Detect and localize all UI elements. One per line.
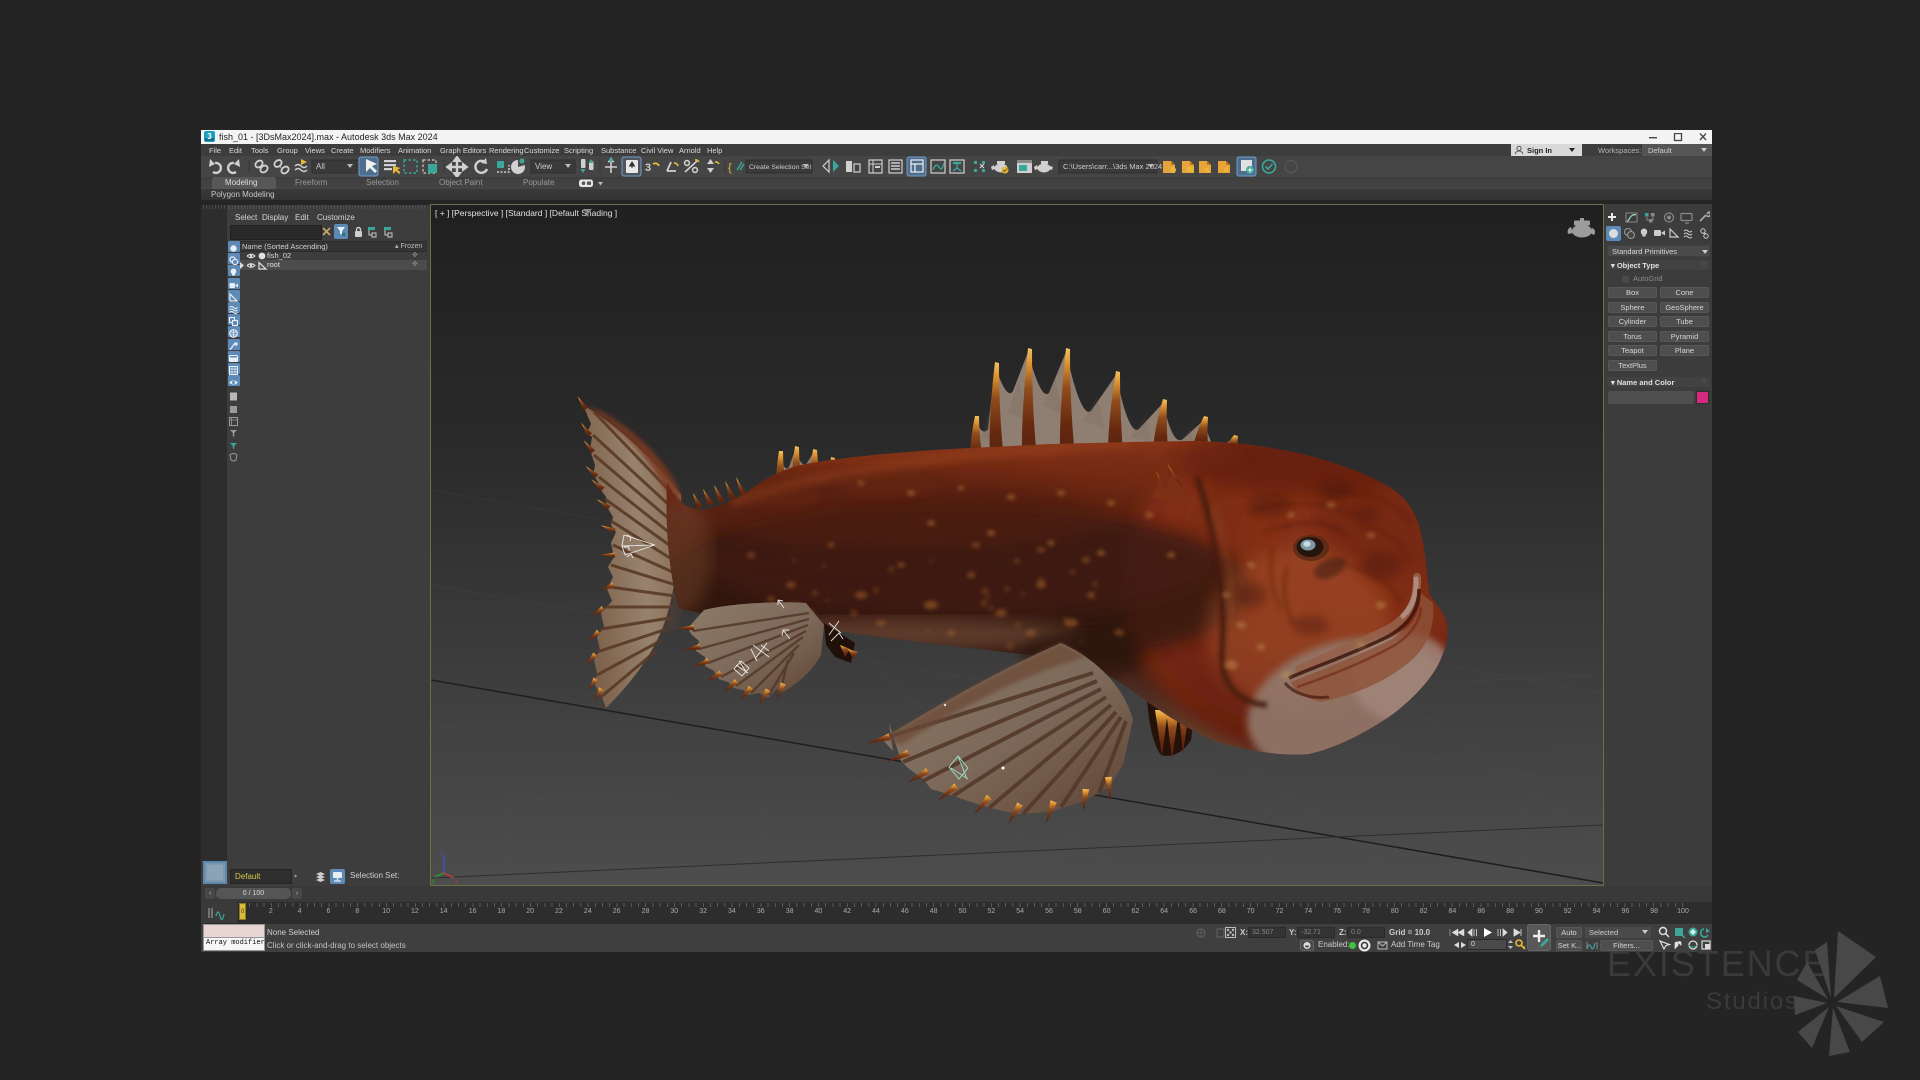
- svg-text:z: z: [441, 851, 444, 857]
- svg-text:Studios: Studios: [1706, 988, 1798, 1015]
- svg-text:{: {: [728, 162, 732, 174]
- svg-text:3: 3: [207, 132, 212, 141]
- svg-text:x: x: [455, 880, 458, 885]
- svg-text:3: 3: [645, 162, 651, 174]
- svg-text:Create Selection Set: Create Selection Set: [749, 164, 811, 171]
- svg-text:C:\Users\carr...\3ds Max 2024: C:\Users\carr...\3ds Max 2024: [1063, 162, 1162, 171]
- svg-text:y: y: [432, 879, 435, 885]
- svg-text:All: All: [316, 162, 325, 171]
- svg-text:View: View: [535, 162, 552, 171]
